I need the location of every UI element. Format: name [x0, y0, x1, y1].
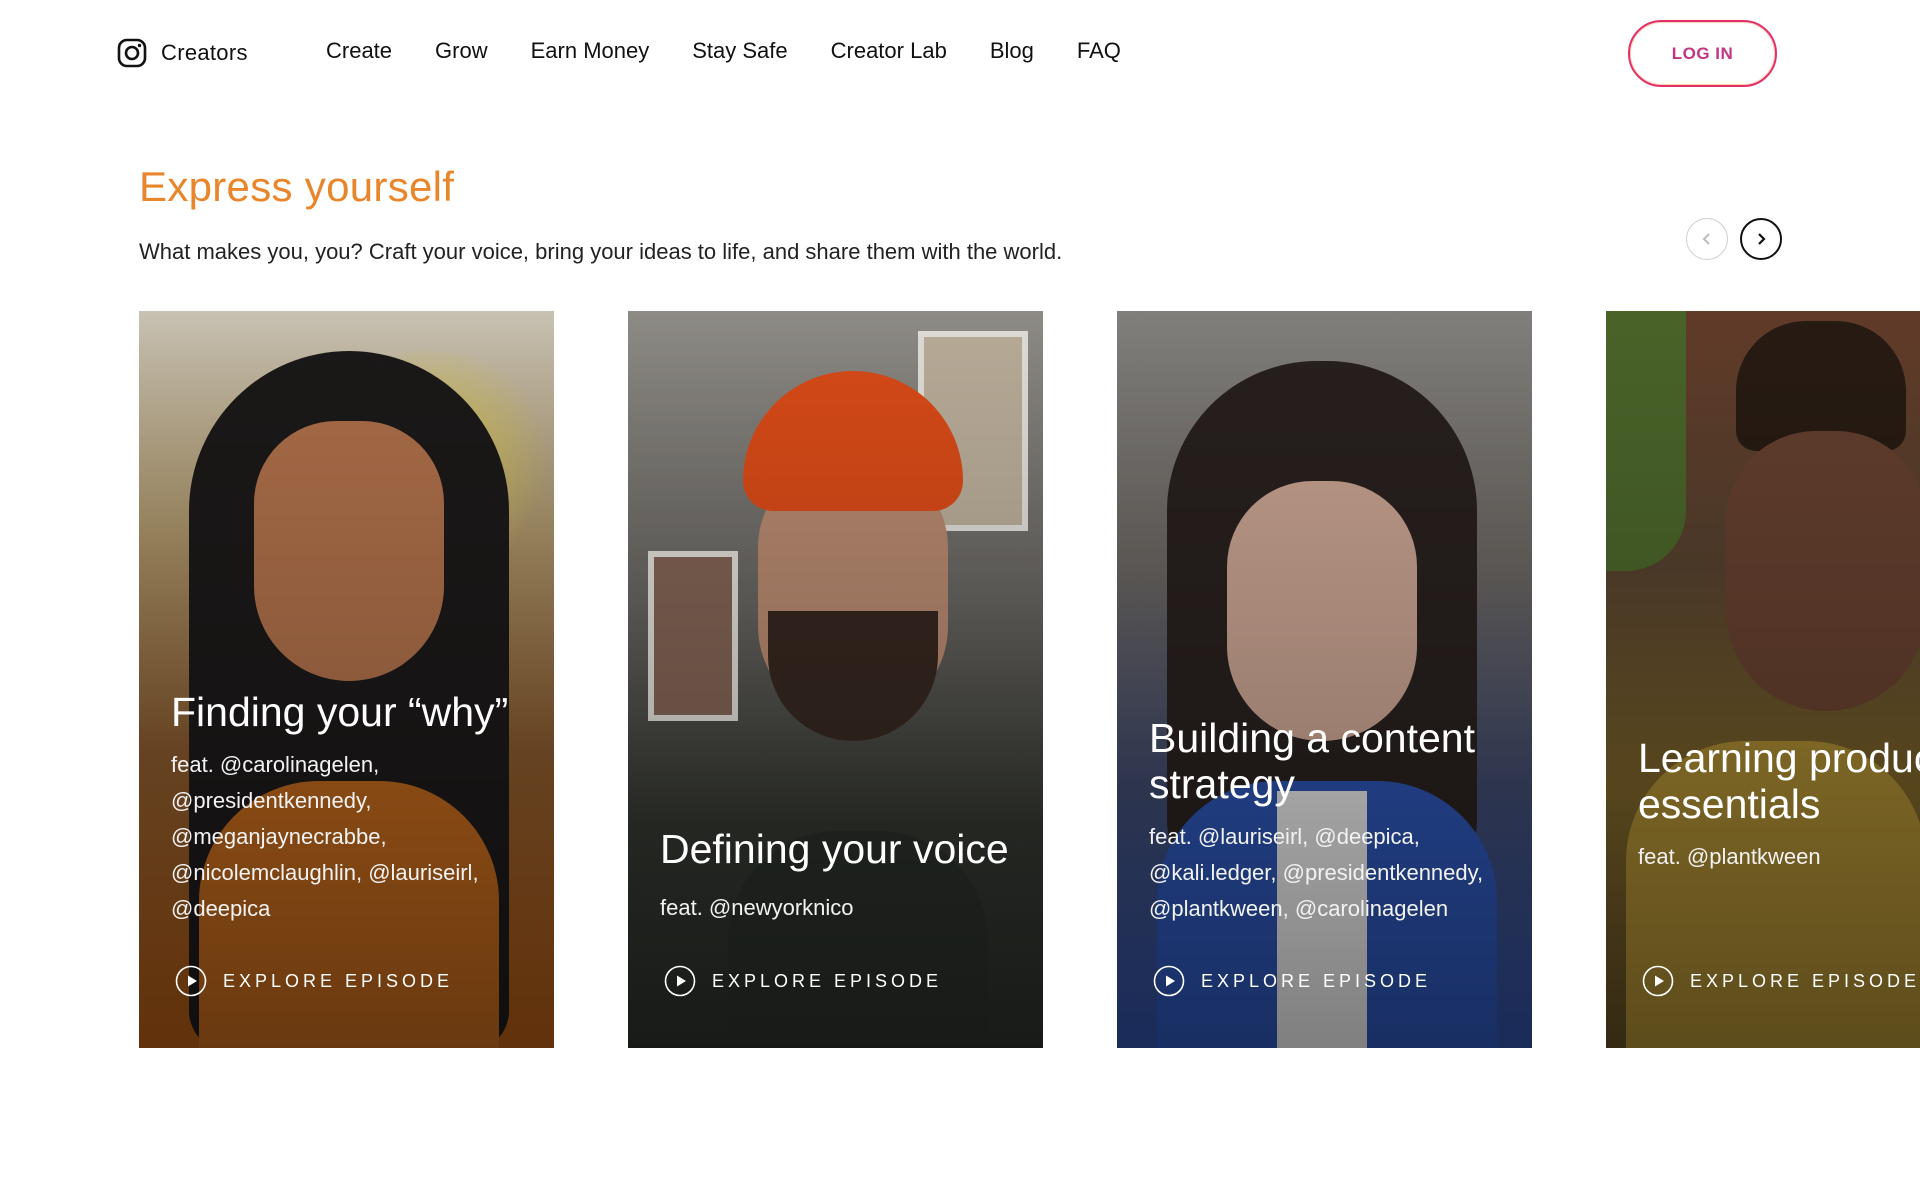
brand-label: Creators — [161, 40, 248, 65]
chevron-left-icon — [1702, 233, 1710, 245]
explore-episode-label: EXPLORE EPISODE — [1201, 970, 1432, 991]
card-text: Learning production essentials feat. @pl… — [1638, 735, 1920, 875]
episode-card[interactable]: Learning production essentials feat. @pl… — [1606, 311, 1920, 1048]
explore-episode-label: EXPLORE EPISODE — [223, 970, 454, 991]
nav-item-grow[interactable]: Grow — [435, 38, 488, 64]
nav-item-earn-money[interactable]: Earn Money — [531, 38, 650, 64]
card-text: Building a content strategy feat. @lauri… — [1149, 715, 1512, 927]
card-featured: feat. @lauriseirl, @deepica, @kali.ledge… — [1149, 824, 1484, 921]
card-featured: feat. @carolinagelen, @presidentkennedy,… — [171, 752, 479, 921]
nav-item-stay-safe[interactable]: Stay Safe — [692, 38, 787, 64]
episode-carousel: Finding your “why” feat. @carolinagelen,… — [139, 311, 1920, 1048]
explore-episode-label: EXPLORE EPISODE — [712, 970, 943, 991]
episode-card[interactable]: Building a content strategy feat. @lauri… — [1117, 311, 1532, 1048]
play-icon — [664, 965, 696, 997]
login-button[interactable]: LOG IN — [1628, 20, 1777, 87]
explore-episode-label: EXPLORE EPISODE — [1690, 970, 1920, 991]
card-featured: feat. @newyorknico — [660, 895, 854, 920]
explore-episode-link[interactable]: EXPLORE EPISODE — [664, 965, 942, 997]
card-title: Finding your “why” — [171, 689, 509, 735]
card-title: Learning production essentials — [1638, 735, 1920, 827]
card-text: Defining your voice feat. @newyorknico — [660, 826, 1023, 926]
episode-card[interactable]: Finding your “why” feat. @carolinagelen,… — [139, 311, 554, 1048]
nav-item-creator-lab[interactable]: Creator Lab — [831, 38, 947, 64]
carousel-prev-button[interactable] — [1686, 218, 1728, 260]
section-subtitle: What makes you, you? Craft your voice, b… — [139, 239, 1063, 264]
explore-episode-link[interactable]: EXPLORE EPISODE — [175, 965, 453, 997]
card-title: Building a content strategy — [1149, 715, 1475, 807]
play-icon — [175, 965, 207, 997]
instagram-icon — [117, 38, 147, 68]
card-title: Defining your voice — [660, 826, 1009, 872]
nav-item-faq[interactable]: FAQ — [1077, 38, 1121, 64]
site-header: Creators Create Grow Earn Money Stay Saf… — [0, 0, 1920, 110]
explore-episode-link[interactable]: EXPLORE EPISODE — [1642, 965, 1920, 997]
chevron-right-icon — [1758, 233, 1766, 245]
card-text: Finding your “why” feat. @carolinagelen,… — [171, 689, 534, 927]
nav-item-blog[interactable]: Blog — [990, 38, 1034, 64]
carousel-next-button[interactable] — [1740, 218, 1782, 260]
nav-item-create[interactable]: Create — [326, 38, 392, 64]
brand-link[interactable]: Creators — [117, 38, 248, 68]
explore-episode-link[interactable]: EXPLORE EPISODE — [1153, 965, 1431, 997]
section-title: Express yourself — [139, 163, 455, 210]
card-featured: feat. @plantkween — [1638, 844, 1821, 869]
play-icon — [1153, 965, 1185, 997]
main-nav: Create Grow Earn Money Stay Safe Creator… — [326, 38, 1121, 64]
play-icon — [1642, 965, 1674, 997]
episode-card[interactable]: Defining your voice feat. @newyorknico E… — [628, 311, 1043, 1048]
